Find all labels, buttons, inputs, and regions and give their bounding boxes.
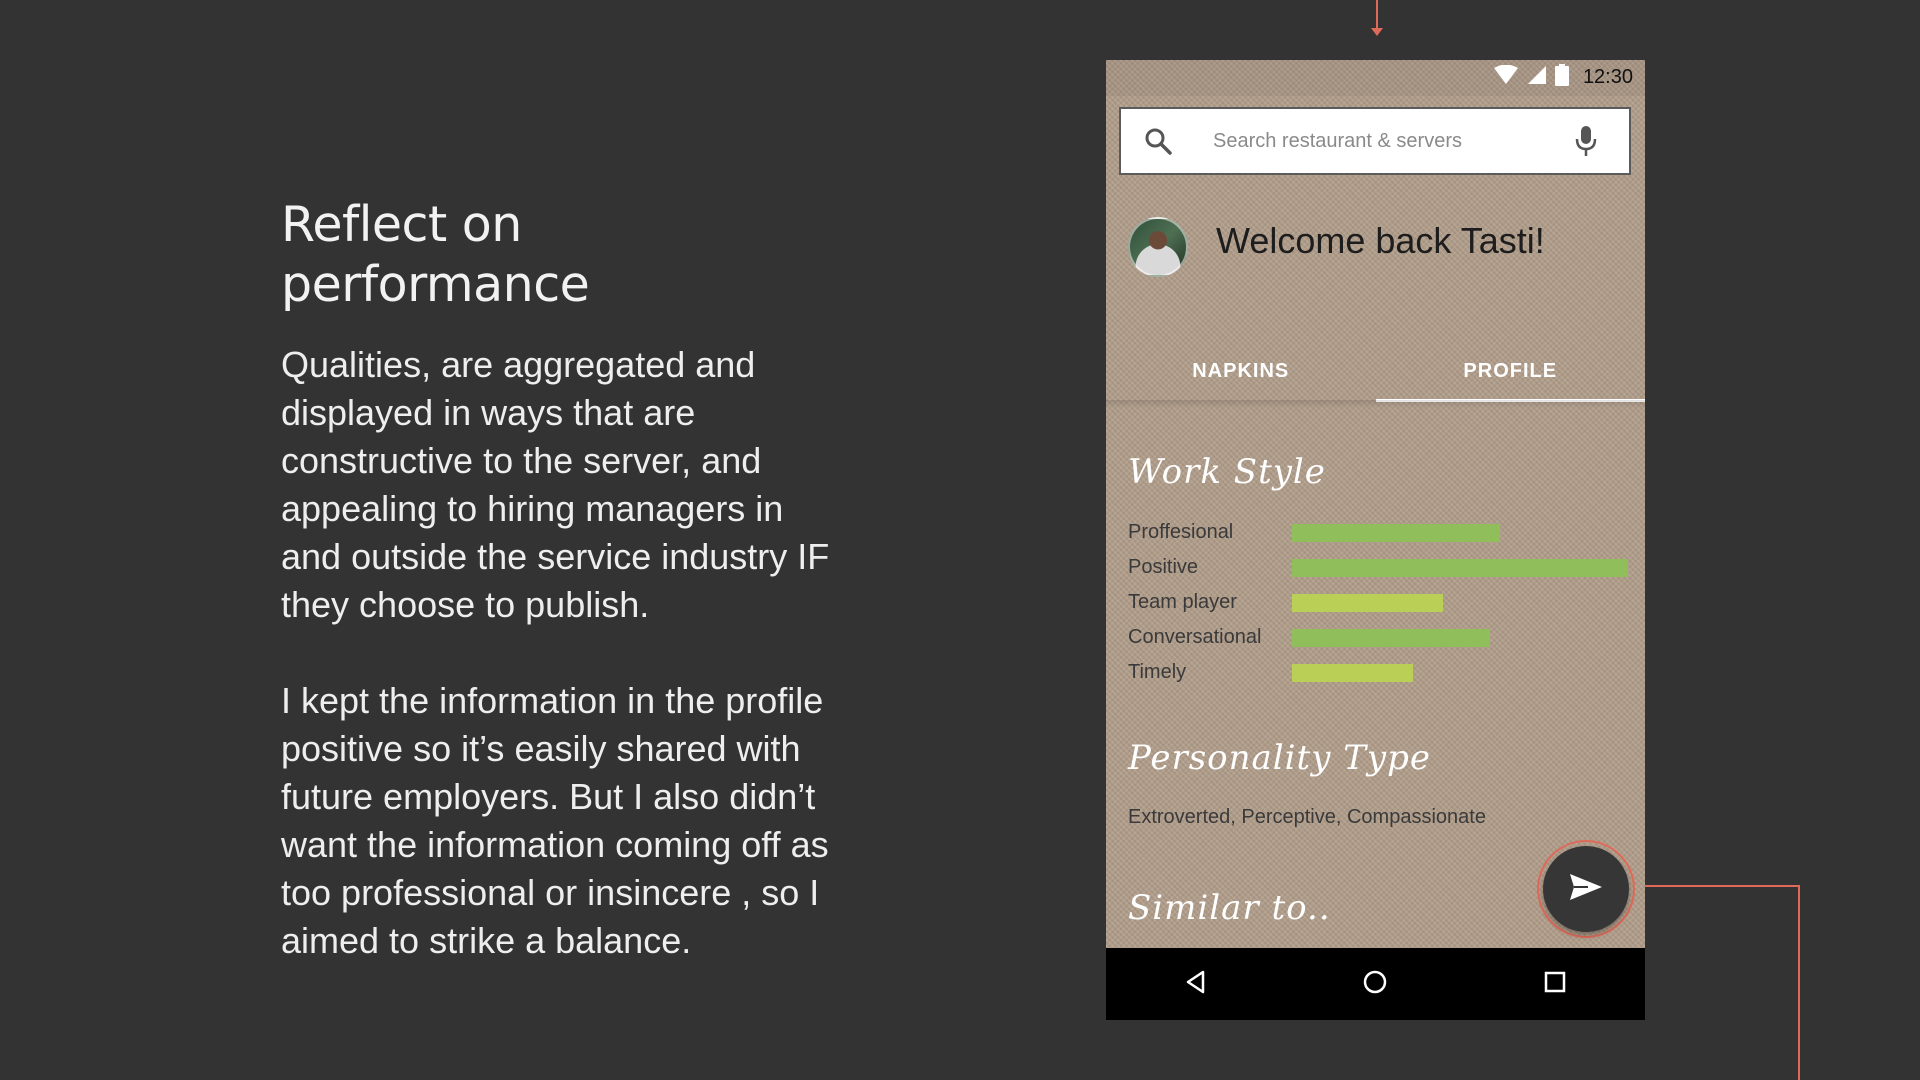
- personality-heading: Personality Type: [1128, 738, 1432, 778]
- work-style-row: Positive: [1128, 550, 1628, 585]
- back-button[interactable]: [1166, 954, 1226, 1014]
- tab-profile[interactable]: PROFILE: [1375, 340, 1646, 402]
- work-style-bar: [1292, 663, 1413, 682]
- avatar[interactable]: [1128, 217, 1188, 277]
- signal-icon: [1527, 65, 1547, 90]
- work-style-row: Team player: [1128, 585, 1628, 620]
- work-style-label: Proffesional: [1128, 521, 1234, 543]
- work-style-bar: [1292, 523, 1501, 542]
- work-style-bar: [1292, 593, 1444, 612]
- work-style-label: Conversational: [1128, 626, 1262, 648]
- home-button[interactable]: [1345, 954, 1405, 1014]
- send-icon: [1568, 872, 1604, 907]
- personality-traits: Extroverted, Perceptive, Compassionate: [1128, 806, 1486, 828]
- work-style-label: Team player: [1128, 591, 1237, 613]
- tab-napkins[interactable]: NAPKINS: [1106, 340, 1376, 402]
- wifi-icon: [1493, 64, 1519, 90]
- description-panel: Reflect on performance Qualities, are ag…: [281, 195, 841, 1013]
- work-style-label: Positive: [1128, 556, 1199, 578]
- send-button[interactable]: [1543, 846, 1629, 932]
- description-paragraph-1: Qualities, are aggregated and displayed …: [281, 344, 830, 625]
- status-bar: 12:30: [1106, 60, 1645, 96]
- home-icon: [1362, 969, 1388, 1000]
- annotation-line-horizontal: [1640, 885, 1800, 887]
- recents-button[interactable]: [1525, 954, 1585, 1014]
- search-input[interactable]: [1211, 128, 1571, 154]
- status-icons: 12:30: [1493, 64, 1633, 91]
- phone-screen: 12:30 Welcome back Tasti! NAPKINS PROFIL…: [1106, 60, 1645, 1020]
- work-style-row: Timely: [1128, 655, 1628, 690]
- mic-icon[interactable]: [1571, 125, 1601, 157]
- welcome-message: Welcome back Tasti!: [1216, 220, 1545, 261]
- work-style-track: [1292, 523, 1628, 542]
- battery-icon: [1554, 64, 1569, 91]
- work-style-track: [1292, 558, 1628, 577]
- annotation-line-top: [1376, 0, 1378, 30]
- work-style-track: [1292, 593, 1628, 612]
- annotation-line-vertical: [1798, 885, 1800, 1080]
- work-style-label: Timely: [1128, 661, 1187, 683]
- status-time: 12:30: [1582, 66, 1633, 88]
- work-style-bar: [1292, 628, 1491, 647]
- work-style-heading: Work Style: [1128, 452, 1326, 492]
- similar-heading: Similar to..: [1128, 888, 1331, 928]
- work-style-bar: [1292, 558, 1628, 577]
- search-bar[interactable]: [1119, 107, 1631, 175]
- description-paragraph-2: I kept the information in the profile po…: [281, 680, 829, 961]
- work-style-track: [1292, 663, 1628, 682]
- work-style-chart: Proffesional Positive Team player Conver…: [1128, 515, 1628, 690]
- work-style-track: [1292, 628, 1628, 647]
- navigation-bar: [1106, 948, 1645, 1020]
- tab-bar-shadow: [1106, 400, 1645, 408]
- work-style-row: Proffesional: [1128, 515, 1628, 550]
- work-style-row: Conversational: [1128, 620, 1628, 655]
- section-heading: Reflect on performance: [281, 196, 590, 313]
- recents-icon: [1542, 969, 1568, 1000]
- search-icon[interactable]: [1143, 126, 1183, 156]
- annotation-arrow-top: [1371, 28, 1383, 36]
- tab-bar: NAPKINS PROFILE: [1106, 340, 1645, 402]
- back-icon: [1183, 969, 1209, 1000]
